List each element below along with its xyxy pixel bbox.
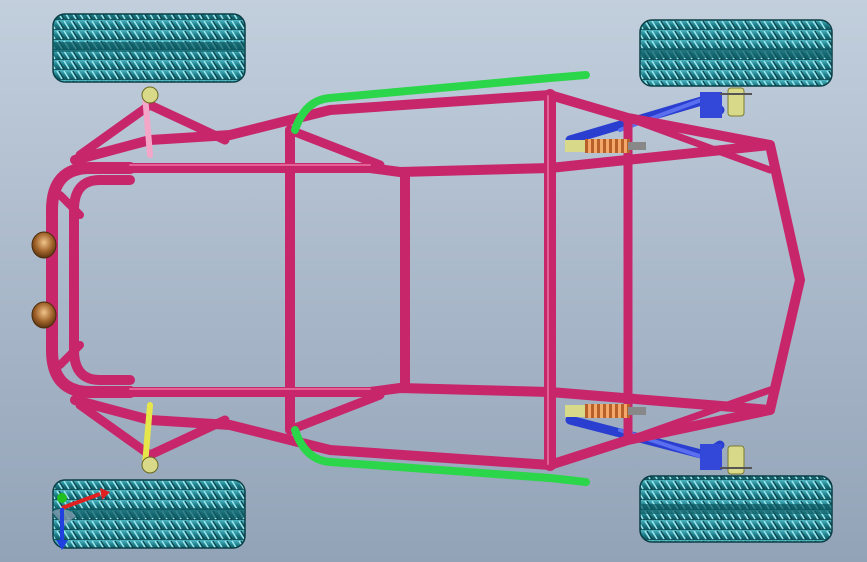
rear-right-tire[interactable] bbox=[639, 475, 833, 543]
headlight-upper bbox=[31, 231, 57, 259]
triad-y-axis bbox=[57, 493, 67, 503]
rear-hub-right bbox=[720, 445, 752, 475]
front-right-tire[interactable] bbox=[52, 479, 246, 549]
front-left-tire[interactable] bbox=[52, 13, 246, 83]
rear-hub-left bbox=[720, 87, 752, 117]
headlight-lower bbox=[31, 301, 57, 329]
cad-viewport[interactable] bbox=[0, 0, 867, 562]
frame-tubes[interactable] bbox=[46, 89, 805, 471]
rear-shock-right bbox=[565, 404, 646, 418]
rear-shock-left bbox=[565, 139, 646, 153]
roll-bar[interactable] bbox=[291, 71, 590, 486]
buggy-frame-model[interactable] bbox=[0, 0, 867, 562]
rear-left-tire[interactable] bbox=[639, 19, 833, 87]
